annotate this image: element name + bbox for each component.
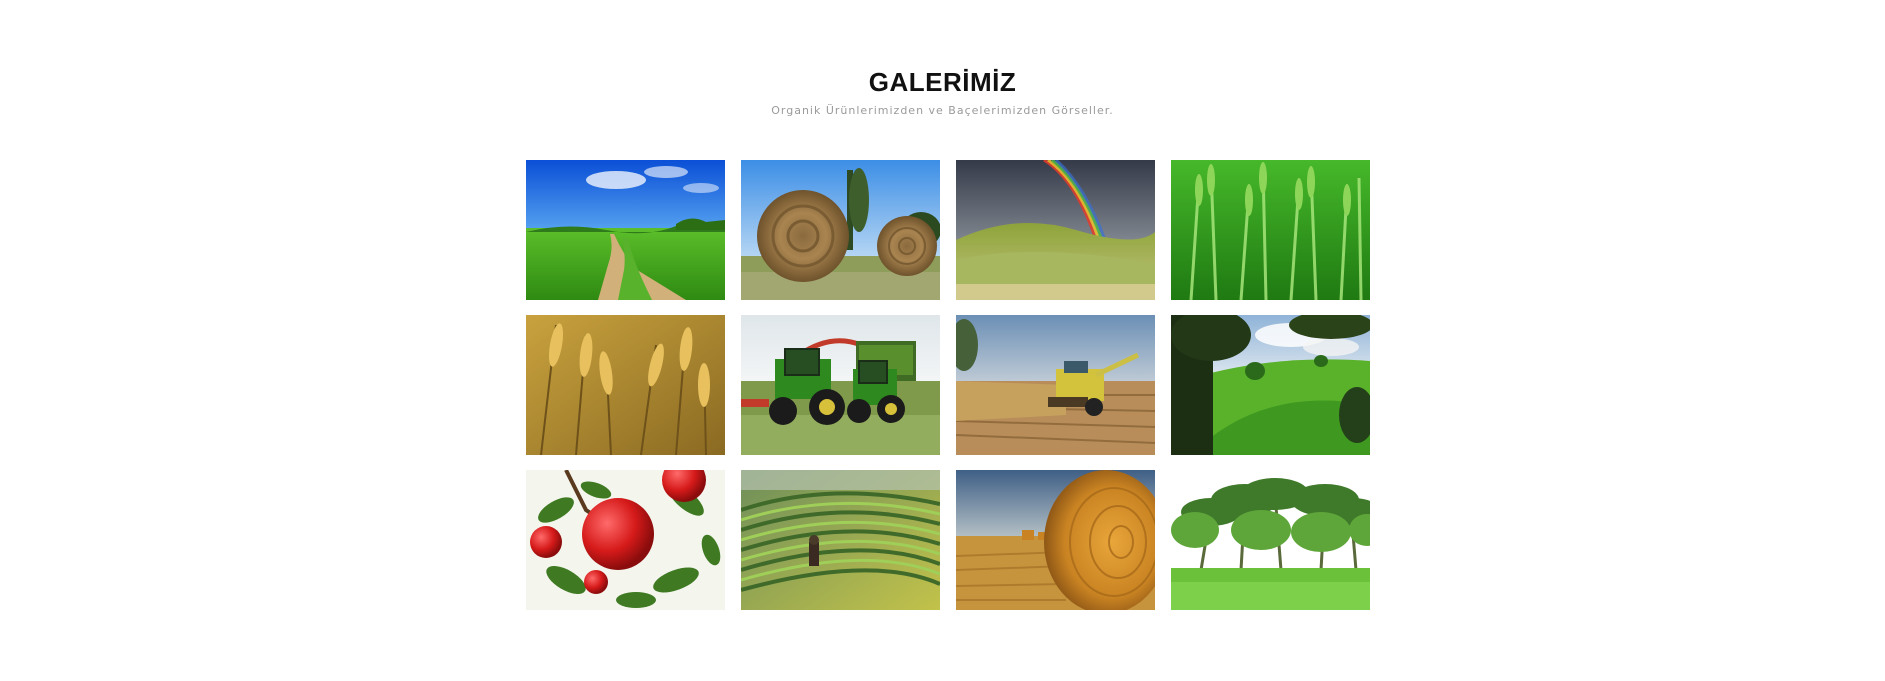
gallery-image-rainbow-field[interactable] (956, 160, 1155, 300)
gallery-image-rice-terraces[interactable] (741, 470, 940, 610)
gallery-image-country-road[interactable] (526, 160, 725, 300)
gallery-image-red-apples[interactable] (526, 470, 725, 610)
gallery-image-tractors[interactable] (741, 315, 940, 455)
gallery-subtitle: Organik Ürünlerimizden ve Baçelerimizden… (771, 104, 1114, 117)
gallery-image-green-valley[interactable] (1171, 315, 1370, 455)
gallery-image-palm-trees[interactable] (1171, 470, 1370, 610)
gallery-section: GALERİMİZ Organik Ürünlerimizden ve Baçe… (0, 0, 1885, 681)
gallery-grid (526, 160, 1370, 610)
gallery-image-green-wheat[interactable] (1171, 160, 1370, 300)
gallery-title: GALERİMİZ (868, 67, 1017, 97)
gallery-image-golden-wheat[interactable] (526, 315, 725, 455)
gallery-image-combine-harvester[interactable] (956, 315, 1155, 455)
gallery-image-hay-bales[interactable] (741, 160, 940, 300)
gallery-header: GALERİMİZ Organik Ürünlerimizden ve Baçe… (0, 66, 1885, 118)
gallery-image-golden-hay-bale[interactable] (956, 470, 1155, 610)
